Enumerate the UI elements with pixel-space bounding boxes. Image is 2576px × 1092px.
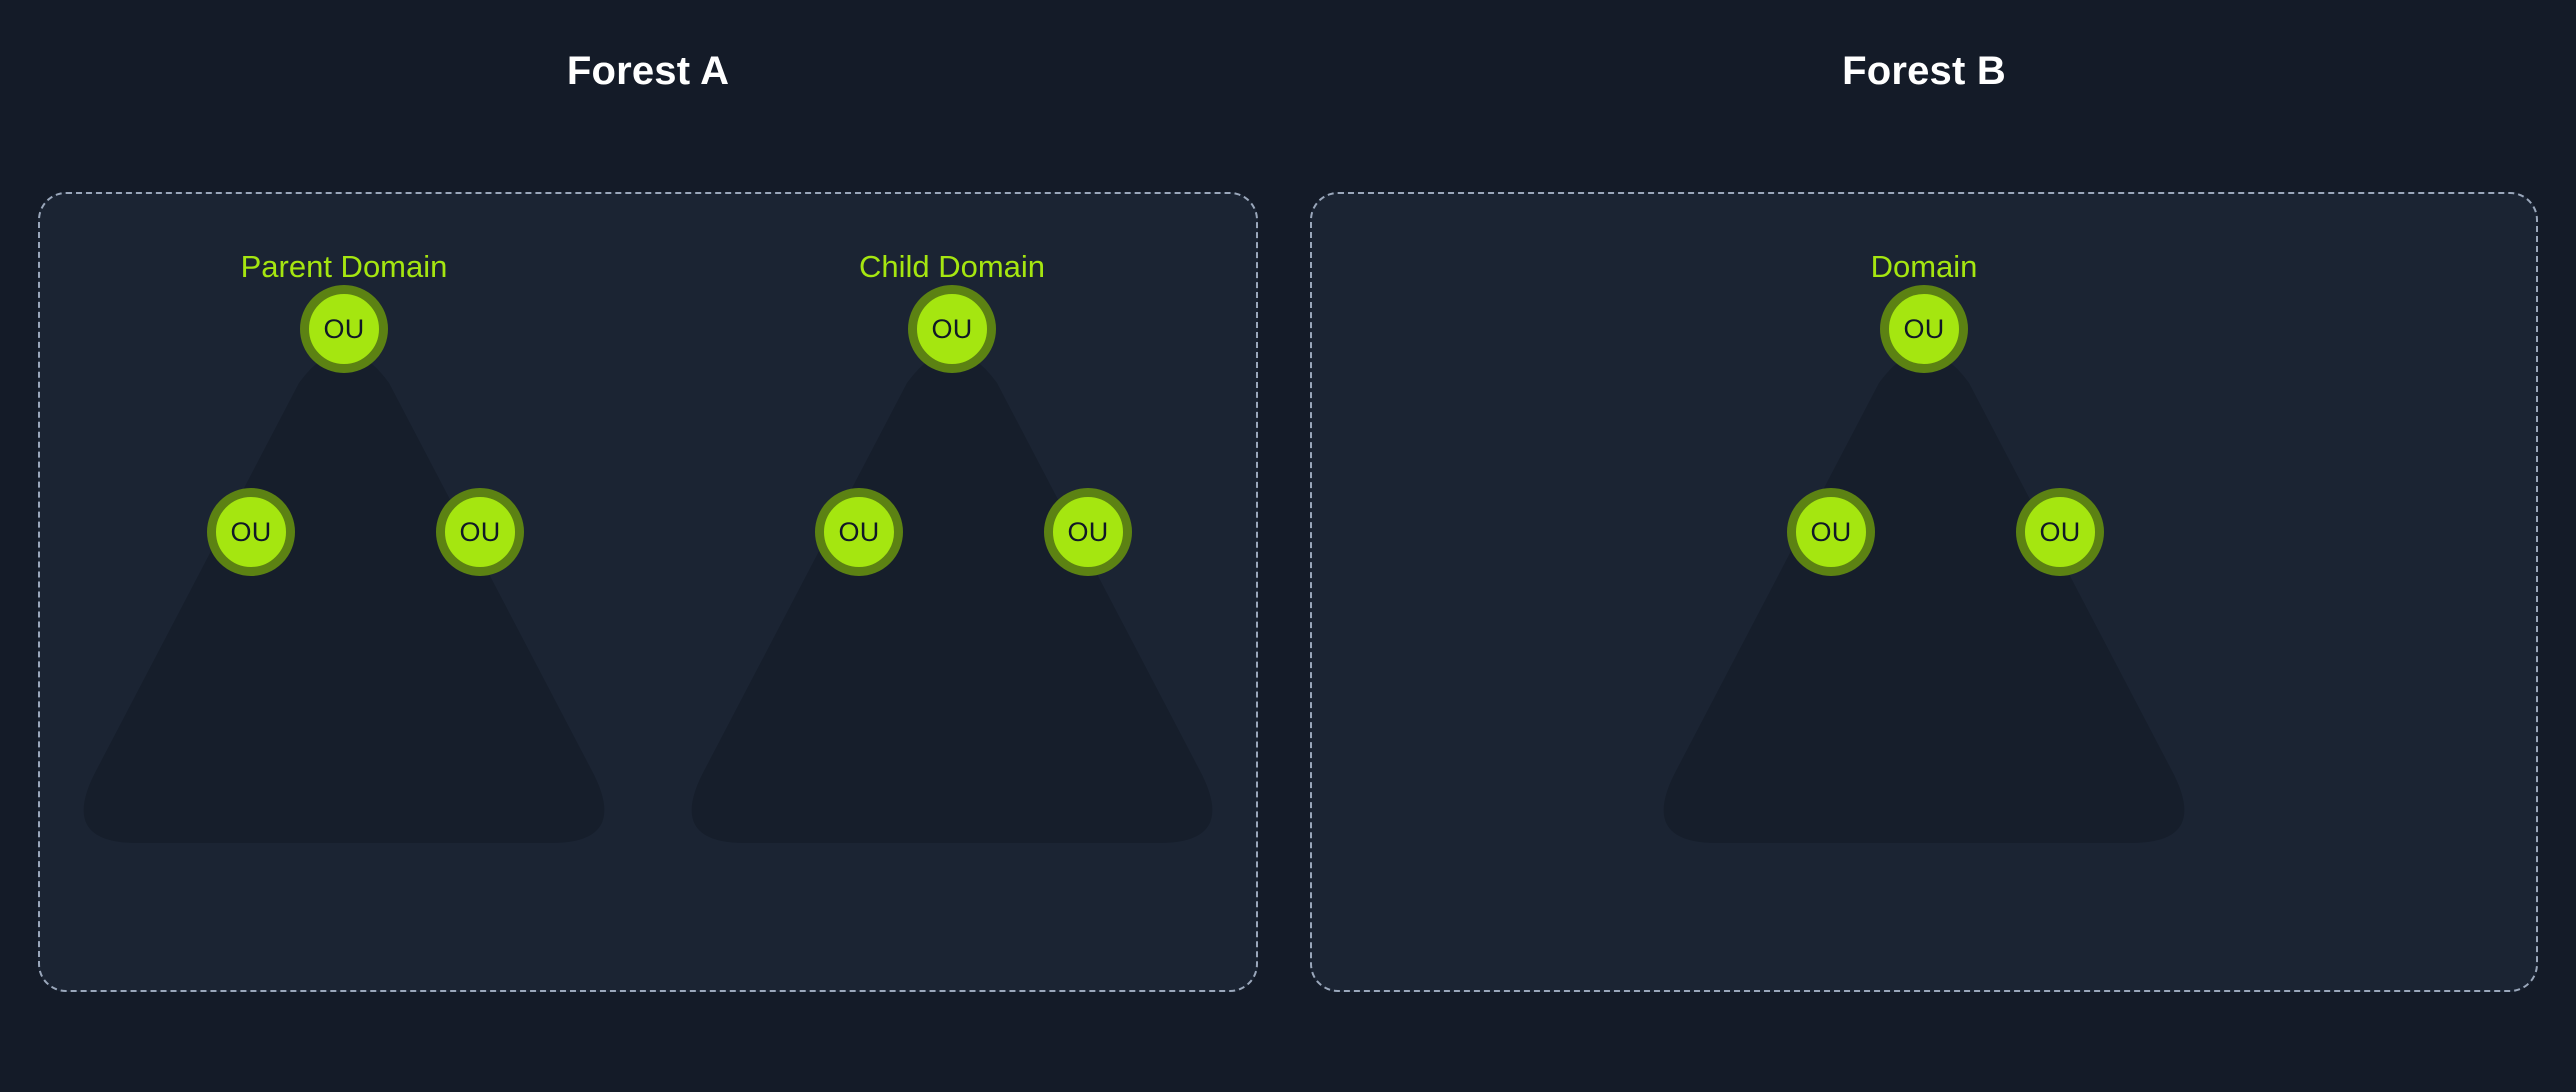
domain-parent: Parent Domain OU OU OU (51, 194, 637, 990)
domain-standalone: Domain OU OU OU (1631, 194, 2217, 990)
forest-b-domains: Domain OU OU OU (1312, 194, 2536, 990)
forest-group-b: Forest B Domain OU OU OU (1310, 0, 2538, 1092)
ou-node[interactable]: OU (815, 488, 903, 576)
forest-group-a: Forest A Parent Domain OU OU OU Child Do… (38, 0, 1258, 1092)
domain-standalone-triangle (1631, 333, 2217, 883)
ou-node[interactable]: OU (1044, 488, 1132, 576)
ou-node[interactable]: OU (436, 488, 524, 576)
domain-parent-triangle (51, 333, 637, 883)
domain-child: Child Domain OU OU OU (659, 194, 1245, 990)
domain-child-triangle (659, 333, 1245, 883)
ou-node[interactable]: OU (908, 285, 996, 373)
domain-parent-label: Parent Domain (240, 249, 448, 284)
diagram-canvas: Forest A Parent Domain OU OU OU Child Do… (0, 0, 2576, 1092)
forest-b-title: Forest B (1842, 49, 2006, 93)
forest-b-boundary: Domain OU OU OU (1310, 192, 2538, 992)
ou-node[interactable]: OU (2016, 488, 2104, 576)
ou-node[interactable]: OU (300, 285, 388, 373)
ou-node[interactable]: OU (1787, 488, 1875, 576)
forest-a-title: Forest A (566, 49, 730, 93)
domain-child-label: Child Domain (858, 249, 1046, 284)
domain-standalone-label: Domain (1870, 249, 1978, 284)
ou-node[interactable]: OU (207, 488, 295, 576)
forest-a-boundary: Parent Domain OU OU OU Child Domain OU O… (38, 192, 1258, 992)
forest-a-domains: Parent Domain OU OU OU Child Domain OU O… (40, 194, 1256, 990)
ou-node[interactable]: OU (1880, 285, 1968, 373)
